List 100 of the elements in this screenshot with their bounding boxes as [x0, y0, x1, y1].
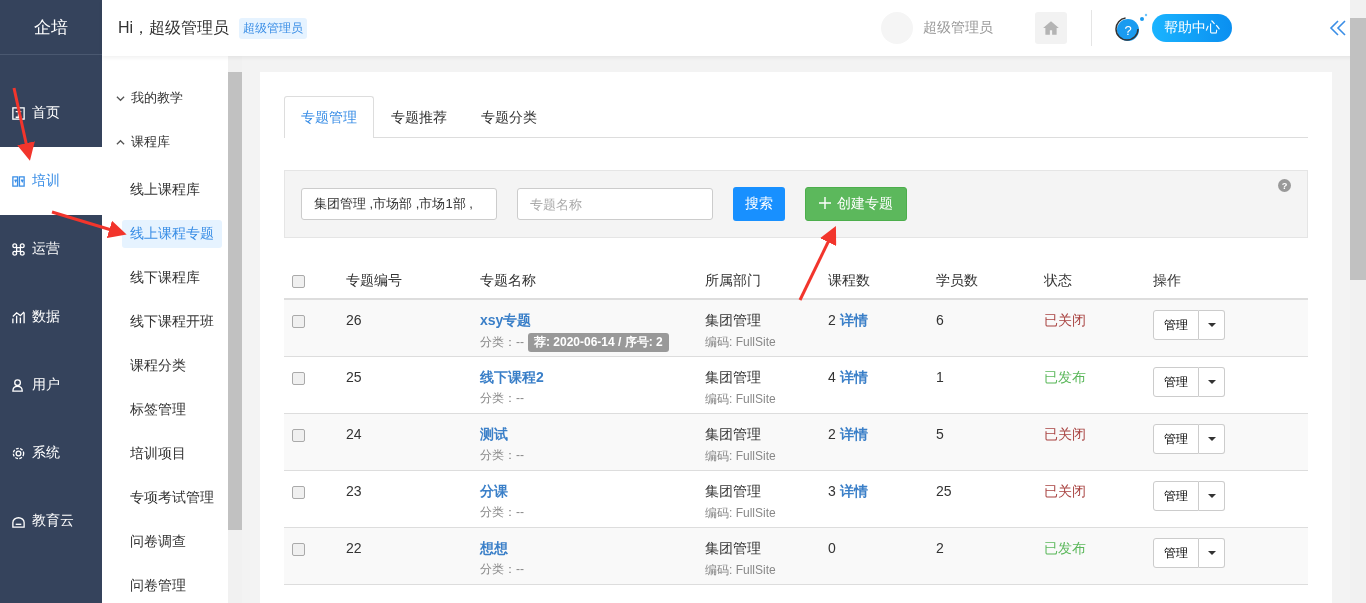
detail-link[interactable]: 详情: [839, 483, 868, 501]
status-text: 已关闭: [1044, 312, 1087, 330]
submenu-item[interactable]: 标签管理: [122, 396, 222, 424]
plus-icon: [819, 197, 831, 209]
dropdown-button[interactable]: [1199, 367, 1225, 397]
nav-item[interactable]: 用户: [0, 351, 102, 419]
topic-name-link[interactable]: 线下课程2: [480, 369, 544, 387]
course-count: 4: [828, 369, 836, 387]
code-text: 编码: FullSite: [705, 562, 777, 579]
greeting-text: Hi，超级管理员: [118, 17, 230, 38]
status-text: 已关闭: [1044, 483, 1087, 501]
row-checkbox[interactable]: [292, 428, 305, 442]
manage-button[interactable]: 管理: [1153, 481, 1199, 511]
code-text: 编码: FullSite: [705, 505, 777, 522]
home-icon: [1042, 19, 1060, 37]
table-cell-text: 26: [346, 312, 363, 328]
dropdown-button[interactable]: [1199, 424, 1225, 454]
submenu-item[interactable]: 线上课程库: [122, 176, 222, 204]
role-badge: 超级管理员: [239, 17, 308, 39]
course-count: 2: [828, 426, 836, 444]
table-cell-text: 25: [346, 369, 363, 385]
detail-link[interactable]: 详情: [839, 426, 868, 444]
column-header: 操作: [1153, 272, 1182, 290]
nav-icon: [11, 105, 26, 121]
submenu-group[interactable]: 我的教学: [102, 76, 228, 120]
topic-name-link[interactable]: 分课: [480, 483, 508, 501]
select-all-checkbox[interactable]: [292, 274, 305, 288]
course-count: 0: [828, 540, 836, 556]
manage-button[interactable]: 管理: [1153, 310, 1199, 340]
manage-button[interactable]: 管理: [1153, 424, 1199, 454]
category-text: 分类：--: [480, 561, 524, 578]
manage-button[interactable]: 管理: [1153, 538, 1199, 568]
nav-item[interactable]: 运营: [0, 215, 102, 283]
manage-button[interactable]: 管理: [1153, 367, 1199, 397]
category-text: 分类：--: [480, 504, 524, 521]
category-text: 分类：--: [480, 334, 524, 351]
column-header: 状态: [1044, 272, 1073, 290]
table-cell-text: 6: [936, 312, 945, 328]
code-text: 编码: FullSite: [705, 334, 777, 351]
caret-icon: [1207, 380, 1216, 384]
nav-item[interactable]: 系统: [0, 419, 102, 487]
code-text: 编码: FullSite: [705, 448, 777, 465]
dropdown-button[interactable]: [1199, 538, 1225, 568]
nav-item[interactable]: 培训: [0, 147, 102, 215]
tab[interactable]: 专题推荐: [374, 96, 464, 138]
detail-link[interactable]: 详情: [839, 312, 868, 330]
nav-icon: [11, 241, 26, 257]
table-cell-text: 25: [936, 483, 953, 499]
nav-item[interactable]: 首页: [0, 79, 102, 147]
column-header: 课程数: [828, 272, 871, 290]
tab[interactable]: 专题分类: [464, 96, 554, 138]
caret-icon: [1207, 437, 1216, 441]
column-header: 学员数: [936, 272, 979, 290]
caret-icon: [1207, 494, 1216, 498]
submenu-item[interactable]: 课程分类: [122, 352, 222, 380]
dropdown-button[interactable]: [1199, 310, 1225, 340]
caret-icon: [1207, 323, 1216, 327]
department-field[interactable]: 集团管理 ,市场部 ,市场1部 ,: [301, 188, 497, 220]
submenu-item[interactable]: 线下课程开班: [122, 308, 222, 336]
nav-icon: [11, 173, 26, 189]
topic-name-link[interactable]: xsy专题: [480, 312, 532, 330]
nav-item[interactable]: 数据: [0, 283, 102, 351]
recommend-tag: 荐: 2020-06-14 / 序号: 2: [528, 333, 669, 352]
chevron-icon: [116, 93, 125, 103]
home-button[interactable]: [1035, 12, 1067, 44]
tab[interactable]: 专题管理: [284, 96, 374, 138]
row-checkbox[interactable]: [292, 485, 305, 499]
topic-name-link[interactable]: 想想: [480, 540, 508, 558]
row-checkbox[interactable]: [292, 371, 305, 385]
topic-name-field[interactable]: 专题名称: [517, 188, 713, 220]
department-text: 集团管理: [705, 312, 762, 330]
department-text: 集团管理: [705, 483, 762, 501]
nav-item[interactable]: 教育云: [0, 487, 102, 555]
submenu-item[interactable]: 线下课程库: [122, 264, 222, 292]
submenu-item[interactable]: 专项考试管理: [122, 484, 222, 512]
chevron-icon: [116, 137, 125, 147]
column-header: 所属部门: [705, 272, 762, 290]
table-cell-text: 24: [346, 426, 363, 442]
department-text: 集团管理: [705, 540, 762, 558]
nav-icon: [11, 309, 26, 325]
submenu-item[interactable]: 问卷调查: [122, 528, 222, 556]
nav-icon: [11, 377, 26, 393]
department-text: 集团管理: [705, 369, 762, 387]
collapse-icon[interactable]: [1328, 18, 1348, 38]
row-checkbox[interactable]: [292, 542, 305, 556]
submenu-item[interactable]: 培训项目: [122, 440, 222, 468]
code-text: 编码: FullSite: [705, 391, 777, 408]
topic-name-link[interactable]: 测试: [480, 426, 508, 444]
status-text: 已发布: [1044, 540, 1087, 558]
detail-link[interactable]: 详情: [839, 369, 868, 387]
dropdown-button[interactable]: [1199, 481, 1225, 511]
submenu-item[interactable]: 问卷管理: [122, 572, 222, 600]
table-cell-text: 1: [936, 369, 945, 385]
submenu-group[interactable]: 课程库: [102, 120, 228, 164]
table-cell-text: 22: [346, 540, 363, 556]
category-text: 分类：--: [480, 390, 524, 407]
nav-icon: [11, 445, 26, 461]
row-checkbox[interactable]: [292, 314, 305, 328]
department-text: 集团管理: [705, 426, 762, 444]
table-cell-text: 5: [936, 426, 945, 442]
